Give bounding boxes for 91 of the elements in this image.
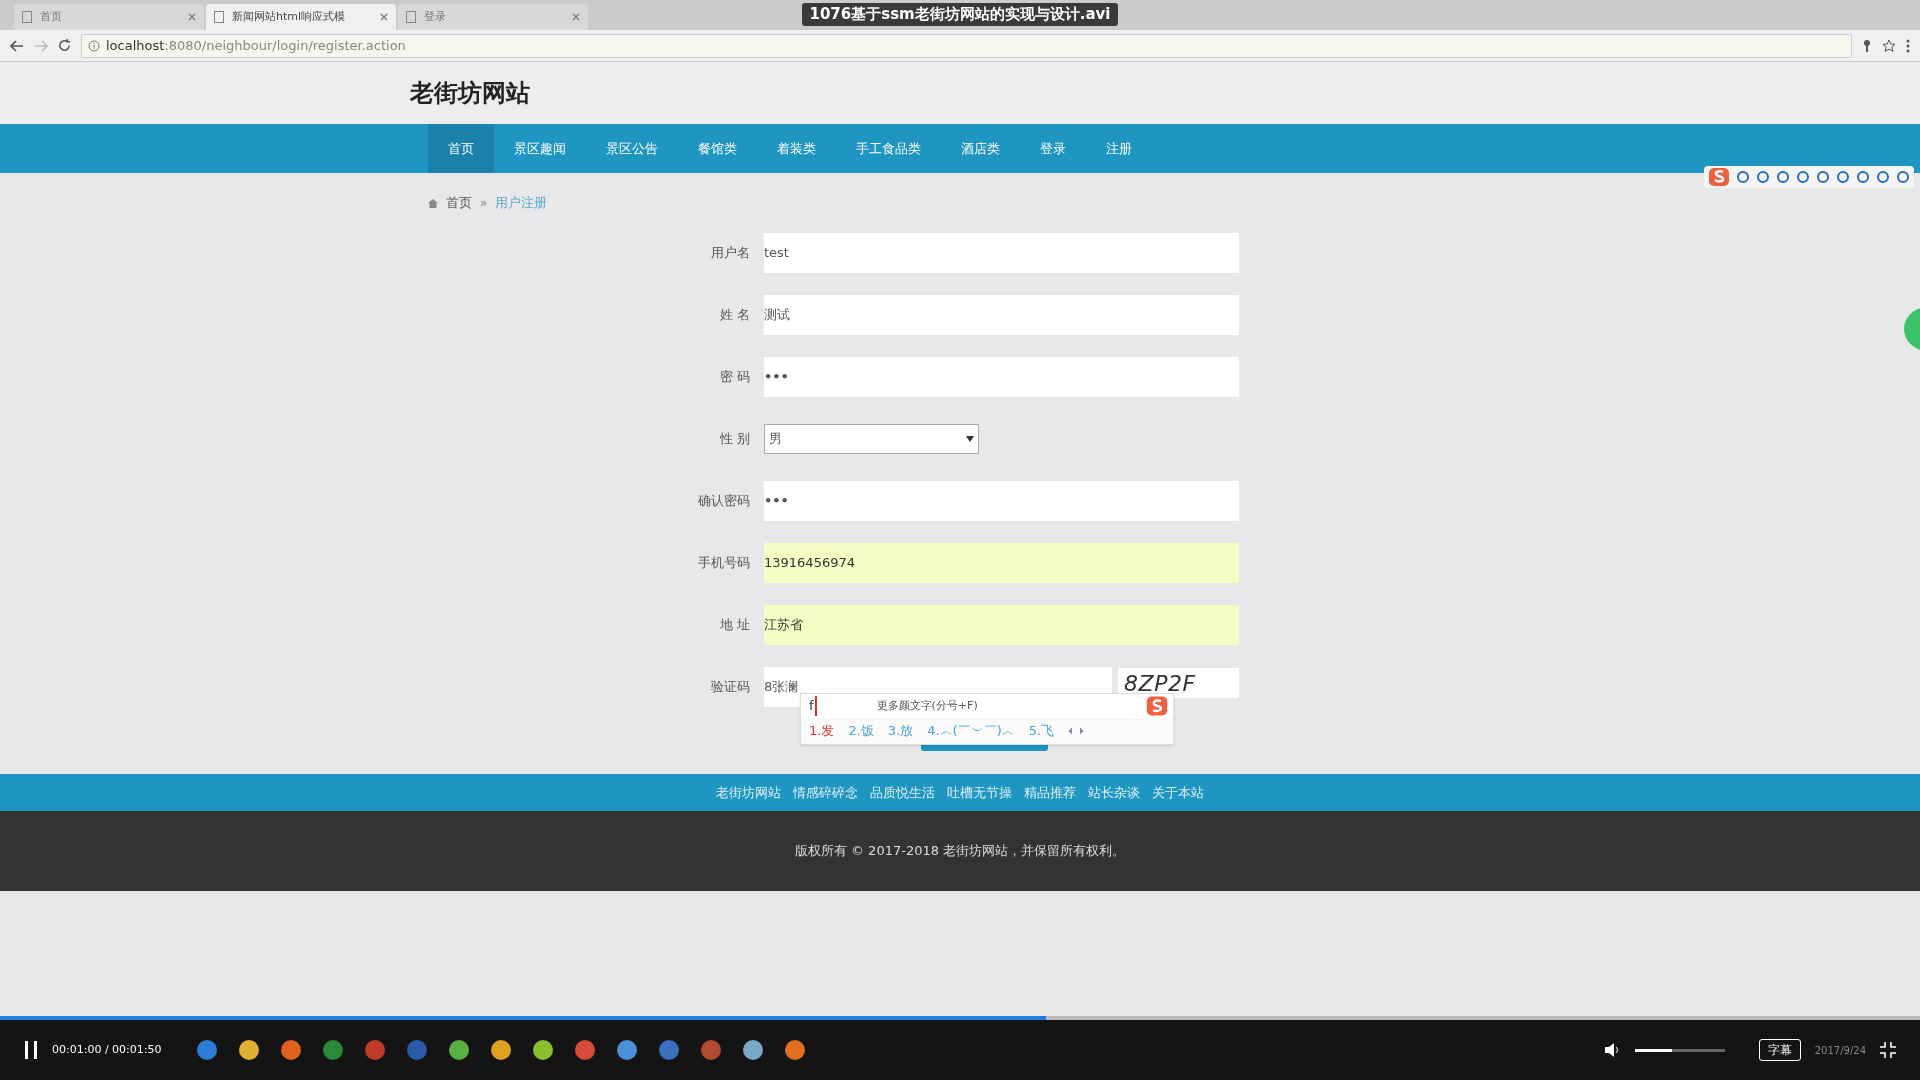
back-icon[interactable] <box>10 39 24 52</box>
field-label: 地 址 <box>718 616 750 635</box>
browser-tab[interactable]: 首页 <box>14 4 204 30</box>
info-icon <box>88 39 100 52</box>
nav-link[interactable]: 酒店类 <box>941 124 1020 173</box>
breadcrumb-current: 用户注册 <box>495 194 548 213</box>
exit-fullscreen-icon[interactable] <box>1880 1042 1896 1058</box>
taskbar-app-icon[interactable] <box>531 1039 554 1061</box>
nav-link[interactable]: 景区趣闻 <box>494 124 586 173</box>
close-icon[interactable] <box>380 13 388 21</box>
menu-icon[interactable] <box>1906 38 1910 53</box>
toolbar-icon[interactable] <box>1736 170 1750 184</box>
nav-link[interactable]: 注册 <box>1086 124 1152 173</box>
field-label: 手机号码 <box>697 554 750 573</box>
input-field[interactable]: 13916456974 <box>764 543 1239 583</box>
ime-candidate[interactable]: 4.︿(￣︶￣)︿ <box>927 721 1015 741</box>
breadcrumb-link[interactable]: 首页 <box>446 193 472 213</box>
sogou-logo-icon[interactable] <box>1708 167 1730 187</box>
field-label: 用户名 <box>710 244 750 263</box>
taskbar-app-icon[interactable] <box>489 1039 512 1061</box>
reload-icon[interactable] <box>58 39 71 52</box>
copyright-text: 版权所有 © 2017-2018 老街坊网站，并保留所有权利。 <box>794 842 1126 861</box>
home-icon <box>428 198 438 208</box>
pause-icon[interactable] <box>24 1041 38 1059</box>
taskbar-app-icon[interactable] <box>321 1039 344 1061</box>
footer-link[interactable]: 关于本站 <box>1152 782 1204 803</box>
toolbar-icon[interactable] <box>1756 170 1770 184</box>
page-icon <box>214 11 224 23</box>
taskbar-app-icon[interactable] <box>783 1039 806 1061</box>
page-icon <box>22 11 32 23</box>
nav-link[interactable]: 首页 <box>428 124 494 173</box>
captcha-image: 8ZP2F <box>1118 668 1239 698</box>
nav-link[interactable]: 景区公告 <box>586 124 678 173</box>
taskbar-app-icon[interactable] <box>741 1039 764 1061</box>
field-label: 密 码 <box>718 368 750 387</box>
ime-candidate[interactable]: 2.饭 <box>848 721 874 741</box>
taskbar-app-icon[interactable] <box>279 1039 302 1061</box>
ime-candidate[interactable]: 5.飞 <box>1028 721 1055 741</box>
footer-link[interactable]: 精品推荐 <box>1024 782 1076 803</box>
field-label: 确认密码 <box>697 492 750 511</box>
footer-link[interactable]: 情感碎碎念 <box>793 782 858 803</box>
address-field[interactable]: localhost:8080/neighbour/login/register.action <box>81 33 1852 58</box>
field-label: 姓 名 <box>718 306 750 325</box>
nav-link[interactable]: 登录 <box>1020 124 1086 173</box>
page-icon <box>406 11 416 23</box>
close-icon[interactable] <box>188 13 196 21</box>
gender-select[interactable]: 男 <box>764 424 979 454</box>
input-field[interactable]: 测试 <box>764 295 1239 335</box>
nav-link[interactable]: 餐馆类 <box>678 124 757 173</box>
volume-track[interactable] <box>1634 1048 1725 1052</box>
footer-link[interactable]: 品质悦生活 <box>870 782 935 803</box>
taskbar-date: 2017/9/24 <box>1814 1043 1866 1058</box>
taskbar-app-icon[interactable] <box>573 1039 596 1061</box>
volume-icon[interactable] <box>1604 1043 1621 1057</box>
taskbar-app-icon[interactable] <box>657 1039 680 1061</box>
taskbar-app-icon[interactable] <box>237 1039 260 1061</box>
browser-tab[interactable]: 登录 <box>398 4 588 30</box>
password-field[interactable]: ••• <box>764 357 1239 397</box>
star-icon[interactable] <box>1882 38 1896 53</box>
toolbar-icon[interactable] <box>1836 170 1850 184</box>
input-field[interactable]: 江苏省 <box>764 605 1239 645</box>
nav-link[interactable]: 着装类 <box>757 124 836 173</box>
footer-link[interactable]: 站长杂谈 <box>1088 782 1140 803</box>
input-field[interactable]: test <box>764 233 1239 273</box>
taskbar-app-icon[interactable] <box>447 1039 470 1061</box>
site-title: 老街坊网站 <box>410 78 530 109</box>
footer-link[interactable]: 老街坊网站 <box>716 782 781 803</box>
password-field[interactable]: ••• <box>764 481 1239 521</box>
nav-link[interactable]: 手工食品类 <box>836 124 941 173</box>
toolbar-icon[interactable] <box>1896 170 1910 184</box>
toolbar-icon[interactable] <box>1856 170 1870 184</box>
subtitle-button[interactable]: 字幕 <box>1758 1039 1801 1061</box>
footer-link[interactable]: 吐槽无节操 <box>947 782 1012 803</box>
taskbar-app-icon[interactable] <box>195 1039 218 1061</box>
progress-track[interactable] <box>0 1016 1920 1020</box>
field-label: 性 别 <box>718 430 750 449</box>
key-icon[interactable] <box>1862 38 1872 53</box>
toolbar-icon[interactable] <box>1796 170 1810 184</box>
toolbar-icon[interactable] <box>1876 170 1890 184</box>
playback-time: 00:01:00 / 00:01:50 <box>52 1041 162 1058</box>
ime-candidate[interactable]: 3.放 <box>887 721 914 741</box>
close-icon[interactable] <box>572 13 580 21</box>
browser-tab[interactable]: 新闻网站html响应式模 <box>206 4 396 30</box>
breadcrumb-separator: » <box>480 195 488 212</box>
toolbar-icon[interactable] <box>1776 170 1790 184</box>
taskbar-app-icon[interactable] <box>615 1039 638 1061</box>
caret-icon <box>966 436 974 442</box>
ime-candidate[interactable]: 1.发 <box>809 721 835 741</box>
video-title: 1076基于ssm老街坊网站的实现与设计.avi <box>801 3 1119 26</box>
toolbar-icon[interactable] <box>1816 170 1830 184</box>
field-label: 验证码 <box>710 678 750 697</box>
